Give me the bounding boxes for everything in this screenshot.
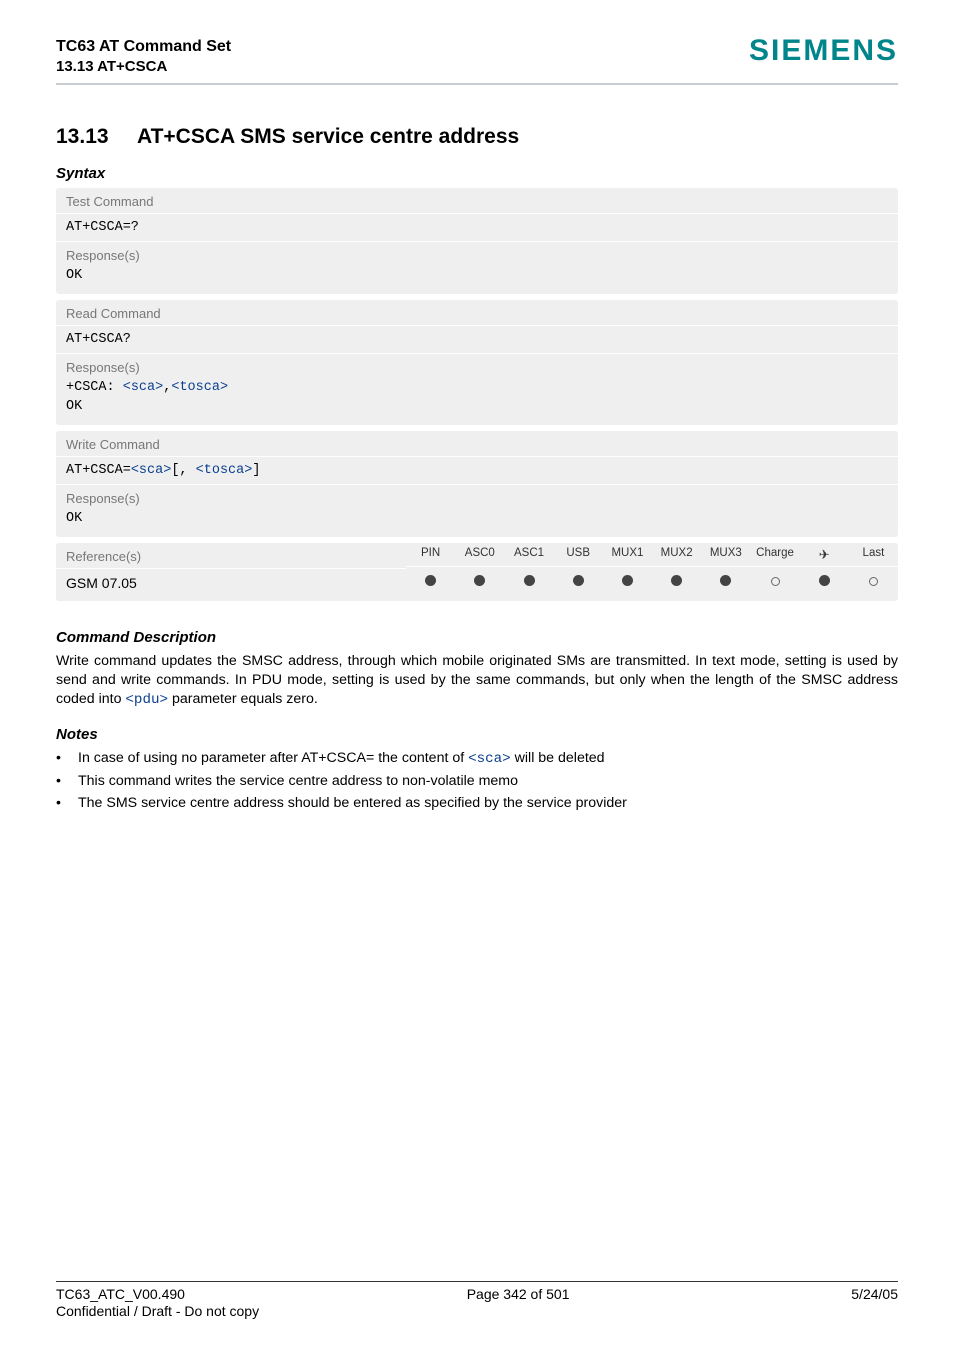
dot-full-icon: [720, 575, 731, 586]
page-header: TC63 AT Command Set 13.13 AT+CSCA SIEMEN…: [56, 38, 898, 75]
write-command-block: Write Command AT+CSCA=<sca>[, <tosca>] R…: [56, 431, 898, 537]
dot-full-icon: [425, 575, 436, 586]
read-command: AT+CSCA?: [56, 326, 898, 354]
footer-line2: Confidential / Draft - Do not copy: [56, 1303, 898, 1319]
doc-section-ref: 13.13 AT+CSCA: [56, 58, 231, 75]
col-mux2: MUX2: [652, 543, 701, 567]
read-command-label: Read Command: [56, 300, 898, 326]
test-response-label: Response(s): [56, 242, 898, 265]
notes-title: Notes: [56, 726, 898, 743]
ref-mark-1: [455, 567, 504, 597]
test-response: OK: [56, 265, 898, 294]
section-title: 13.13 AT+CSCA SMS service centre address: [56, 125, 898, 149]
note-param: <sca>: [468, 751, 511, 767]
section-number: 13.13: [56, 125, 109, 148]
param-tosca-w: <tosca>: [196, 463, 253, 478]
brand-logo: SIEMENS: [749, 34, 898, 68]
footer-right: 5/24/05: [851, 1286, 898, 1302]
ref-marks-row: [406, 567, 898, 597]
doc-title: TC63 AT Command Set: [56, 38, 231, 56]
col-airplane: ✈: [800, 543, 849, 567]
read-response-label: Response(s): [56, 354, 898, 377]
note-pre: This command writes the service centre a…: [78, 773, 518, 789]
reference-body: GSM 07.05: [56, 569, 406, 601]
write-response-label: Response(s): [56, 485, 898, 508]
col-last: Last: [849, 543, 898, 567]
dot-full-icon: [671, 575, 682, 586]
note-item-1: This command writes the service centre a…: [56, 770, 898, 792]
cmd-mid2: ]: [252, 463, 260, 478]
param-pdu: <pdu>: [125, 692, 168, 708]
col-charge: Charge: [750, 543, 799, 567]
ref-mark-3: [554, 567, 603, 597]
write-command: AT+CSCA=<sca>[, <tosca>]: [56, 457, 898, 485]
note-item-2: The SMS service centre address should be…: [56, 792, 898, 814]
command-description-body: Write command updates the SMSC address, …: [56, 652, 898, 711]
command-description-title: Command Description: [56, 629, 898, 646]
resp-prefix: +CSCA:: [66, 380, 123, 395]
dot-empty-icon: [869, 577, 878, 586]
test-command-label: Test Command: [56, 188, 898, 214]
cmd-mid1: [,: [171, 463, 195, 478]
ref-mark-7: [750, 567, 799, 597]
reference-header: Reference(s): [56, 543, 406, 569]
reference-table: Reference(s) GSM 07.05 PIN ASC0 ASC1 USB…: [56, 543, 898, 601]
col-pin: PIN: [406, 543, 455, 567]
col-usb: USB: [554, 543, 603, 567]
col-mux3: MUX3: [701, 543, 750, 567]
ref-mark-8: [800, 567, 849, 597]
dot-full-icon: [622, 575, 633, 586]
footer-left: TC63_ATC_V00.490: [56, 1286, 185, 1302]
header-divider: [56, 83, 898, 85]
footer-divider: [56, 1281, 898, 1282]
write-response: OK: [56, 508, 898, 537]
read-response: +CSCA: <sca>,<tosca> OK: [56, 377, 898, 425]
page-footer: TC63_ATC_V00.490 Page 342 of 501 5/24/05…: [56, 1281, 898, 1319]
airplane-icon: ✈: [819, 547, 830, 563]
write-command-label: Write Command: [56, 431, 898, 457]
dot-full-icon: [573, 575, 584, 586]
ref-mark-0: [406, 567, 455, 597]
read-command-block: Read Command AT+CSCA? Response(s) +CSCA:…: [56, 300, 898, 425]
col-asc1: ASC1: [504, 543, 553, 567]
ref-mark-5: [652, 567, 701, 597]
ref-header-row: PIN ASC0 ASC1 USB MUX1 MUX2 MUX3 Charge …: [406, 543, 898, 567]
note-post: will be deleted: [511, 750, 605, 766]
notes-list: In case of using no parameter after AT+C…: [56, 747, 898, 814]
col-mux1: MUX1: [603, 543, 652, 567]
note-pre: In case of using no parameter after AT+C…: [78, 750, 468, 766]
note-item-0: In case of using no parameter after AT+C…: [56, 747, 898, 770]
param-tosca: <tosca>: [171, 380, 228, 395]
resp-ok: OK: [66, 399, 82, 414]
test-command-block: Test Command AT+CSCA=? Response(s) OK: [56, 188, 898, 294]
col-asc0: ASC0: [455, 543, 504, 567]
syntax-label: Syntax: [56, 165, 898, 182]
desc-body-b: parameter equals zero.: [168, 691, 318, 707]
dot-empty-icon: [771, 577, 780, 586]
note-pre: The SMS service centre address should be…: [78, 795, 627, 811]
ref-mark-2: [504, 567, 553, 597]
cmd-prefix: AT+CSCA=: [66, 463, 131, 478]
ref-mark-9: [849, 567, 898, 597]
test-command: AT+CSCA=?: [56, 214, 898, 242]
section-heading: AT+CSCA SMS service centre address: [137, 125, 519, 148]
param-sca-w: <sca>: [131, 463, 172, 478]
ref-mark-4: [603, 567, 652, 597]
dot-full-icon: [474, 575, 485, 586]
param-sca: <sca>: [123, 380, 164, 395]
dot-full-icon: [524, 575, 535, 586]
footer-center: Page 342 of 501: [467, 1286, 570, 1302]
dot-full-icon: [819, 575, 830, 586]
ref-mark-6: [701, 567, 750, 597]
